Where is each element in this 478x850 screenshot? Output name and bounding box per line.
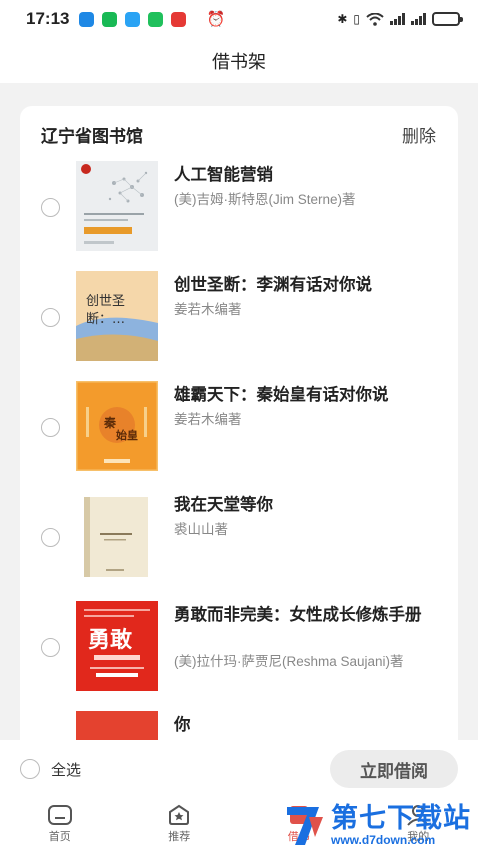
- book-title: 雄霸天下：秦始皇有话对你说: [174, 386, 389, 404]
- select-radio[interactable]: [41, 308, 60, 327]
- book-cover: 创世圣 断：…: [76, 271, 158, 361]
- watermark-url: www.d7down.com: [331, 833, 436, 847]
- book-item[interactable]: 勇敢 勇敢而非完美：女性成长修炼手册 (美)拉什玛·萨贾尼(Reshma Sau…: [20, 601, 458, 693]
- select-all-toggle[interactable]: 全选: [20, 759, 81, 780]
- svg-text:勇敢: 勇敢: [88, 627, 133, 653]
- signal-icon: [390, 13, 405, 25]
- vibrate-icon: ▯: [353, 12, 360, 26]
- shelf-card: 辽宁省图书馆 删除 人工智能营销 (美)吉姆·斯特恩(Jim Sterne)著 …: [20, 106, 458, 766]
- message-icon: [125, 11, 141, 27]
- select-radio[interactable]: [41, 418, 60, 437]
- borrow-now-button[interactable]: 立即借阅: [330, 750, 458, 788]
- bluetooth-icon: ✱: [337, 12, 348, 26]
- news-badge-icon: [171, 11, 187, 27]
- watermark-title: 第七下载站: [331, 803, 471, 833]
- wechat-icon: [102, 11, 118, 27]
- svg-text:创世圣: 创世圣: [86, 294, 125, 309]
- svg-text:秦: 秦: [103, 415, 116, 430]
- watermark: 第七下载站 www.d7down.com: [285, 800, 475, 850]
- tab-label: 推荐: [168, 831, 191, 843]
- book-title: 勇敢而非完美：女性成长修炼手册: [174, 606, 422, 624]
- page-title: 借书架: [212, 51, 266, 72]
- book-author: (美)拉什玛·萨贾尼(Reshma Saujani)著: [174, 654, 404, 669]
- book-item[interactable]: 创世圣 断：… 创世圣断：李渊有话对你说 姜若木编著: [20, 271, 458, 363]
- book-author: 裘山山著: [174, 522, 228, 537]
- book-author: (美)吉姆·斯特恩(Jim Sterne)著: [174, 192, 356, 207]
- book-cover: [76, 491, 158, 581]
- shelf-header: 辽宁省图书馆 删除: [20, 106, 458, 162]
- star-box-icon: [169, 804, 190, 825]
- book-author: 姜若木编著: [174, 412, 242, 427]
- title-bar: 借书架: [0, 38, 478, 83]
- wifi-icon: [366, 12, 384, 26]
- book-title: 我在天堂等你: [174, 496, 273, 514]
- book-author: 姜若木编著: [174, 302, 242, 317]
- select-radio[interactable]: [41, 198, 60, 217]
- signal-icon: [411, 13, 426, 25]
- bag-icon: [148, 11, 164, 27]
- library-name: 辽宁省图书馆: [41, 126, 143, 146]
- tab-recommend[interactable]: 推荐: [120, 798, 240, 850]
- book-item[interactable]: 秦 始皇 雄霸天下：秦始皇有话对你说 姜若木编著: [20, 381, 458, 473]
- status-bar: 17:13 ⏰ ✱ ▯: [0, 0, 478, 38]
- book-item[interactable]: 我在天堂等你 裘山山著: [20, 491, 458, 583]
- watermark-logo-icon: [287, 807, 323, 845]
- book-title: 创世圣断：李渊有话对你说: [174, 276, 372, 294]
- book-cover: 秦 始皇: [76, 381, 158, 471]
- battery-icon: [432, 12, 463, 26]
- book-title: 人工智能营销: [174, 166, 273, 184]
- select-all-radio[interactable]: [20, 759, 40, 779]
- status-app-icons: ⏰: [79, 10, 225, 28]
- select-radio[interactable]: [41, 528, 60, 547]
- book-item[interactable]: 人工智能营销 (美)吉姆·斯特恩(Jim Sterne)著: [20, 161, 458, 253]
- book-title: 你: [174, 716, 191, 734]
- alarm-icon: ⏰: [206, 11, 226, 28]
- book-cover: [76, 161, 158, 251]
- svg-text:始皇: 始皇: [116, 428, 138, 442]
- delete-button[interactable]: 删除: [402, 122, 436, 147]
- tab-label: 首页: [48, 831, 71, 843]
- tab-home[interactable]: 首页: [0, 798, 120, 850]
- location-app-icon: [79, 11, 95, 27]
- home-icon: [47, 805, 72, 825]
- select-all-label: 全选: [51, 761, 82, 779]
- status-time: 17:13: [26, 9, 70, 28]
- select-radio[interactable]: [41, 638, 60, 657]
- svg-text:断：…: 断：…: [86, 312, 125, 327]
- action-bar: 全选 立即借阅: [0, 740, 478, 798]
- book-cover: 勇敢: [76, 601, 158, 691]
